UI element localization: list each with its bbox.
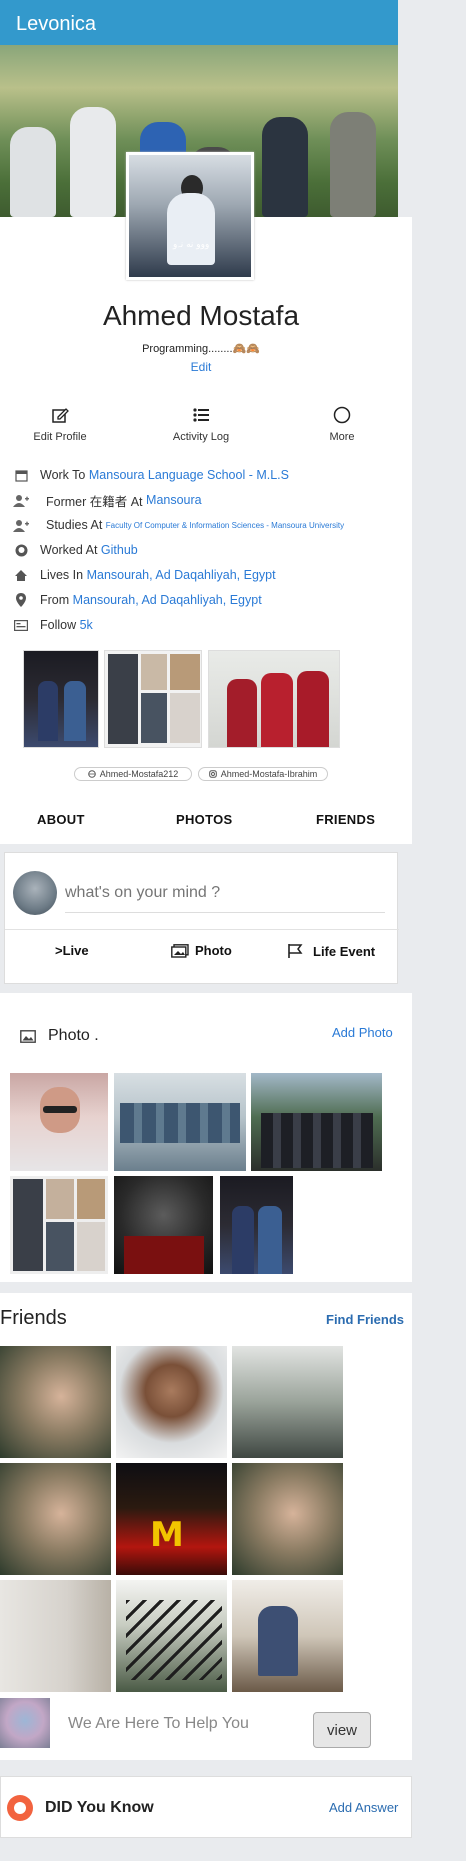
map-pin-icon (12, 593, 30, 607)
profile-bio: Programming........🙈🙈 (142, 343, 260, 355)
friend-photo[interactable] (116, 1580, 227, 1692)
view-button[interactable]: view (313, 1712, 371, 1748)
photo-grid-item[interactable] (114, 1176, 213, 1274)
help-text: We Are Here To Help You (68, 1715, 249, 1732)
photo-grid-item[interactable] (114, 1073, 246, 1171)
edit-profile-button[interactable]: Edit Profile (10, 405, 110, 443)
id-card-icon (12, 618, 30, 632)
flag-icon (288, 944, 303, 958)
website-label: Ahmed-Mostafa212 (99, 769, 179, 779)
post-composer: >Live Photo Life Event (4, 852, 399, 984)
profile-photo-thumb[interactable] (208, 650, 340, 748)
live-label: >Live (55, 943, 89, 958)
activity-log-button[interactable]: Activity Log (151, 405, 251, 443)
tab-about[interactable]: ABOUT (37, 812, 85, 827)
profile-name: Ahmed Mostafa (102, 300, 300, 331)
add-photo-link[interactable]: Add Photo (332, 1025, 393, 1040)
website-pill[interactable]: Ahmed-Mostafa212 (74, 767, 192, 781)
friend-photo[interactable] (0, 1463, 111, 1575)
friend-photo[interactable] (232, 1463, 343, 1575)
home-icon (12, 568, 30, 582)
friend-photo[interactable] (0, 1580, 111, 1692)
more-label: More (329, 431, 355, 443)
tab-friends[interactable]: FRIENDS (316, 812, 375, 827)
former-link[interactable]: Mansoura (146, 493, 202, 507)
cover-person (330, 112, 376, 217)
life-event-label: Life Event (313, 943, 376, 959)
info-lives: Lives In Mansourah, Ad Daqahliyah, Egypt (12, 566, 276, 584)
user-plus-icon (12, 518, 30, 532)
circle-icon (333, 406, 351, 424)
friend-photo[interactable]: M (116, 1463, 227, 1575)
info-studies: Studies At Faculty Of Computer & Informa… (12, 516, 344, 534)
friend-photo[interactable] (232, 1580, 343, 1692)
cover-person (70, 107, 116, 217)
brand-logo[interactable]: Levonica (16, 13, 96, 35)
activity-log-label: Activity Log (172, 431, 230, 443)
photos-title: Photo . (48, 1027, 99, 1044)
from-link[interactable]: Mansourah, Ad Daqahliyah, Egypt (73, 593, 262, 607)
info-from: From Mansourah, Ad Daqahliyah, Egypt (12, 591, 262, 609)
friend-photo[interactable] (116, 1346, 227, 1458)
github-link[interactable]: Github (101, 543, 138, 557)
image-icon (20, 1029, 36, 1043)
life-event-button[interactable]: Life Event (287, 943, 375, 959)
images-icon (171, 943, 189, 958)
help-avatar (0, 1698, 50, 1748)
studies-link[interactable]: Faculty Of Computer & Information Scienc… (106, 521, 344, 530)
did-you-know-card: DID You Know Add Answer (0, 1776, 412, 1838)
status-input[interactable] (65, 873, 385, 913)
globe-icon (87, 770, 96, 778)
friend-photo[interactable] (232, 1346, 343, 1458)
composer-avatar (13, 871, 57, 915)
cover-person (10, 127, 56, 217)
edit-bio-link[interactable]: Edit (0, 360, 402, 374)
info-worked: Worked At Github (12, 541, 138, 559)
photo-button[interactable]: Photo (171, 943, 232, 958)
photo-label: Photo (195, 943, 232, 958)
did-you-know-title: DID You Know (45, 1799, 154, 1816)
info-work: Work To Mansoura Language School - M.L.S (12, 466, 289, 484)
info-former: Former 在籍者 At Mansoura (12, 491, 202, 509)
instagram-pill[interactable]: Ahmed-Mostafa-Ibrahim (198, 767, 328, 781)
live-button[interactable]: >Live (55, 943, 89, 958)
instagram-icon (208, 770, 217, 778)
info-follow: Follow 5k (12, 616, 93, 634)
edit-icon (52, 408, 69, 423)
photo-grid-item[interactable] (10, 1176, 108, 1274)
list-icon (193, 408, 209, 422)
friends-card: Friends Find Friends M We Are Here To He… (0, 1293, 412, 1760)
chat-icon (7, 1795, 33, 1821)
photo-grid-item[interactable] (220, 1176, 293, 1274)
friends-title: Friends (0, 1307, 67, 1329)
profile-photo-thumb[interactable] (23, 650, 99, 748)
photo-grid-item[interactable] (251, 1073, 382, 1171)
instagram-label: Ahmed-Mostafa-Ibrahim (220, 769, 318, 779)
friend-photo[interactable] (0, 1346, 111, 1458)
profile-avatar[interactable]: ﻭﻭﻭ ﻧﻪ ﻧﮧﻭ (126, 152, 254, 280)
lives-link[interactable]: Mansourah, Ad Daqahliyah, Egypt (87, 568, 276, 582)
tab-photos[interactable]: PHOTOS (176, 812, 232, 827)
top-bar: Levonica (0, 0, 398, 45)
more-button[interactable]: More (292, 405, 392, 443)
profile-photo-thumb[interactable] (104, 650, 202, 748)
add-answer-link[interactable]: Add Answer (329, 1800, 398, 1815)
avatar-caption: ﻭﻭﻭ ﻧﻪ ﻧﮧﻭ (173, 240, 210, 250)
avatar-shirt (167, 193, 215, 265)
photos-card: Photo . Add Photo (0, 993, 412, 1282)
follow-link[interactable]: 5k (80, 618, 93, 632)
work-link[interactable]: Mansoura Language School - M.L.S (89, 468, 289, 482)
github-icon (12, 543, 30, 557)
calendar-icon (12, 468, 30, 482)
edit-profile-label: Edit Profile (33, 431, 87, 443)
find-friends-link[interactable]: Find Friends (326, 1312, 404, 1327)
cover-person (262, 117, 308, 217)
user-plus-icon (12, 493, 30, 507)
photos-header: Photo . (20, 1027, 99, 1045)
photo-grid-item[interactable] (10, 1073, 108, 1171)
